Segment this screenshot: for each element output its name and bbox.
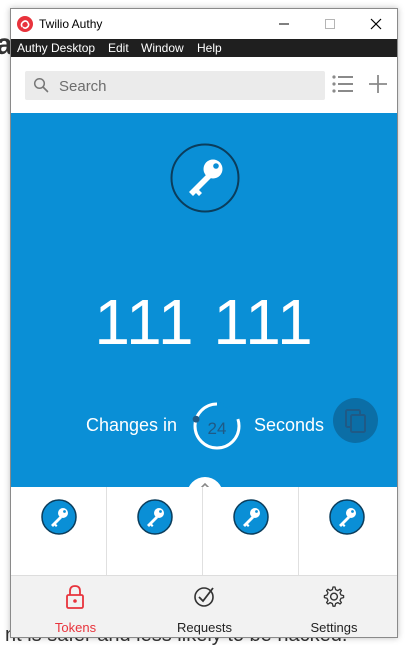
copy-button[interactable] <box>333 398 378 443</box>
key-icon <box>329 499 365 535</box>
nav-settings[interactable]: Settings <box>269 576 397 637</box>
search-icon <box>33 77 49 93</box>
menu-window[interactable]: Window <box>141 41 184 55</box>
authy-logo-icon <box>17 16 33 32</box>
token-code: 111 111 <box>94 286 314 358</box>
gear-icon <box>323 586 345 607</box>
bottom-nav: Tokens Requests Settings <box>11 575 397 637</box>
lock-icon <box>66 585 84 609</box>
copy-icon <box>345 409 366 433</box>
window-title: Twilio Authy <box>39 17 103 31</box>
nav-tokens[interactable]: Tokens <box>11 576 140 637</box>
nav-settings-label: Settings <box>310 620 358 635</box>
check-circle-icon <box>194 587 214 607</box>
token-panel: 111 111 Changes in 24 Seconds <box>11 113 397 487</box>
key-icon <box>170 143 240 213</box>
timer-seconds: 24 <box>207 419 227 438</box>
menu-help[interactable]: Help <box>197 41 222 55</box>
title-bar: Twilio Authy <box>11 9 397 39</box>
search-box <box>25 71 325 100</box>
token-tile[interactable] <box>11 487 107 575</box>
key-icon <box>41 499 77 535</box>
menu-authy-desktop[interactable]: Authy Desktop <box>17 41 95 55</box>
close-button[interactable] <box>353 9 397 39</box>
nav-requests[interactable]: Requests <box>140 576 269 637</box>
changes-in-label: Changes in <box>86 415 178 435</box>
minimize-icon <box>279 23 289 25</box>
key-icon <box>233 499 269 535</box>
authy-window: Twilio Authy Authy Desktop Edit Window H… <box>10 8 398 638</box>
list-view-icon[interactable] <box>332 74 354 94</box>
search-input[interactable] <box>57 73 321 100</box>
nav-tokens-label: Tokens <box>54 620 97 635</box>
maximize-icon <box>325 19 335 29</box>
menu-edit[interactable]: Edit <box>108 41 129 55</box>
add-account-icon[interactable] <box>368 74 388 94</box>
toolbar <box>11 57 397 113</box>
seconds-label: Seconds <box>254 415 325 435</box>
token-tile[interactable] <box>299 487 397 575</box>
token-tile[interactable] <box>107 487 203 575</box>
token-tile[interactable] <box>203 487 299 575</box>
token-list <box>11 487 397 575</box>
maximize-button[interactable] <box>307 9 353 39</box>
collapse-button[interactable] <box>187 477 223 487</box>
key-icon <box>137 499 173 535</box>
menu-bar: Authy Desktop Edit Window Help <box>11 39 397 57</box>
minimize-button[interactable] <box>261 9 307 39</box>
close-icon <box>370 18 382 30</box>
nav-requests-label: Requests <box>177 620 232 635</box>
